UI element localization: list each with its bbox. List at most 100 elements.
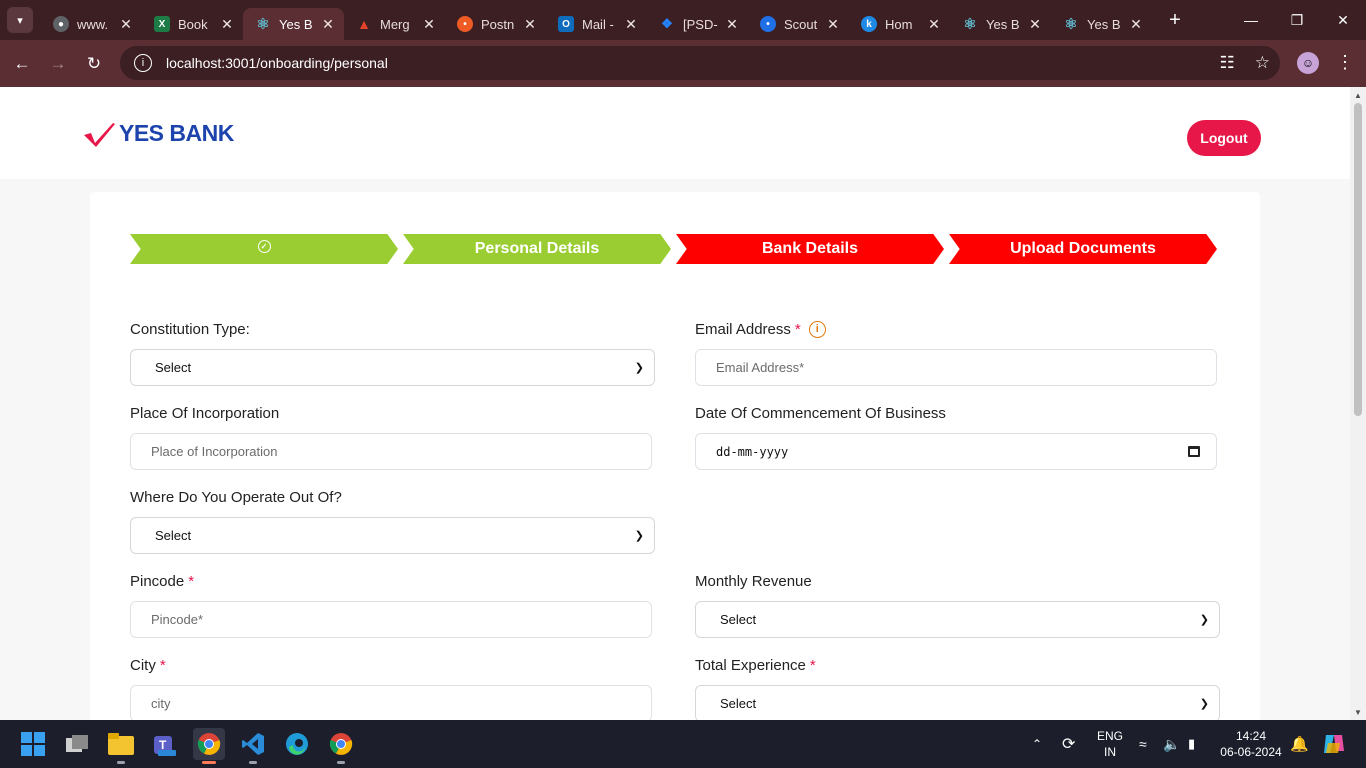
check-circle-icon: ✓ <box>257 239 271 253</box>
total-experience-label: Total Experience * <box>695 656 816 674</box>
notification-bell-icon[interactable]: 🔔 <box>1290 720 1309 768</box>
address-bar[interactable]: i localhost:3001/onboarding/personal ☷ ☆ <box>120 46 1280 80</box>
place-of-incorporation-input[interactable]: Place of Incorporation <box>130 433 652 470</box>
step-personal-details: Personal Details <box>403 234 671 264</box>
scroll-up-icon[interactable]: ▲ <box>1354 91 1362 100</box>
chrome-taskbar-icon[interactable] <box>325 728 357 764</box>
close-icon[interactable]: ✕ <box>219 16 235 33</box>
close-icon[interactable]: ✕ <box>118 16 134 33</box>
minimize-button[interactable]: — <box>1228 0 1274 40</box>
browser-tab[interactable]: ⚛ Yes B ✕ <box>1051 8 1152 40</box>
browser-tab[interactable]: • Scout ✕ <box>748 8 849 40</box>
pincode-field: Pincode * Pincode* <box>130 571 652 638</box>
browser-tab[interactable]: • Postn ✕ <box>445 8 546 40</box>
chevron-down-icon: ❯ <box>1199 698 1209 710</box>
copilot-glyph <box>1324 735 1344 753</box>
install-app-icon[interactable]: ☷ <box>1220 53 1235 73</box>
constitution-type-field: Constitution Type: Select ❯ <box>130 319 655 386</box>
close-window-button[interactable]: ✕ <box>1320 0 1366 40</box>
wifi-icon[interactable]: ≈ <box>1139 720 1147 768</box>
browser-tab[interactable]: ⚛ Yes B ✕ <box>950 8 1051 40</box>
constitution-type-select[interactable]: Select ❯ <box>130 349 655 386</box>
outlook-icon: O <box>558 16 574 32</box>
file-explorer-icon[interactable] <box>105 728 137 764</box>
browser-tab[interactable]: X Book ✕ <box>142 8 243 40</box>
place-of-incorporation-field: Place Of Incorporation Place of Incorpor… <box>130 403 652 470</box>
calendar-icon[interactable] <box>1188 446 1200 457</box>
language-indicator[interactable]: ENG IN <box>1094 728 1126 760</box>
browser-tab[interactable]: k Hom ✕ <box>849 8 950 40</box>
tab-search-button[interactable]: ▾ <box>7 7 33 33</box>
browser-tab[interactable]: O Mail - ✕ <box>546 8 647 40</box>
system-clock[interactable]: 14:24 06-06-2024 <box>1218 728 1284 760</box>
profile-avatar[interactable]: ☺ <box>1297 52 1319 74</box>
scroll-down-icon[interactable]: ▼ <box>1354 708 1362 717</box>
browser-tab[interactable]: ❖ [PSD- ✕ <box>647 8 748 40</box>
total-experience-select[interactable]: Select ❯ <box>695 685 1220 720</box>
browser-tab-active[interactable]: ⚛ Yes B ✕ <box>243 8 344 40</box>
vscode-glyph <box>242 733 264 755</box>
speaker-muted-icon[interactable]: 🔈 <box>1163 720 1180 768</box>
react-icon: ⚛ <box>256 16 270 33</box>
date-of-commencement-input[interactable]: dd-mm-yyyy <box>695 433 1217 470</box>
browser-tab[interactable]: ▲ Merg ✕ <box>344 8 445 40</box>
folder-icon <box>108 733 134 755</box>
scrollbar-thumb[interactable] <box>1354 103 1362 416</box>
restore-button[interactable]: ❐ <box>1274 0 1320 40</box>
chrome-icon <box>197 733 221 755</box>
date-of-commencement-field: Date Of Commencement Of Business dd-mm-y… <box>695 403 1217 470</box>
teams-glyph: T <box>154 736 176 756</box>
operate-out-of-select[interactable]: Select ❯ <box>130 517 655 554</box>
pincode-input[interactable]: Pincode* <box>130 601 652 638</box>
place-of-incorporation-label: Place Of Incorporation <box>130 404 280 422</box>
close-icon[interactable]: ✕ <box>421 16 437 33</box>
page-scrollbar[interactable]: ▲ ▼ <box>1350 87 1366 720</box>
close-icon[interactable]: ✕ <box>320 16 336 33</box>
browser-menu-icon[interactable]: ⋮ <box>1336 52 1354 73</box>
chrome-taskbar-icon-active[interactable] <box>193 728 225 764</box>
info-icon[interactable]: i <box>808 320 826 338</box>
windows-start-icon[interactable] <box>17 728 49 760</box>
site-header: YES BANK Logout <box>0 87 1350 179</box>
close-icon[interactable]: ✕ <box>1128 16 1144 33</box>
running-indicator <box>337 761 345 764</box>
city-input[interactable]: city <box>130 685 652 720</box>
email-input[interactable]: Email Address* <box>695 349 1217 386</box>
close-icon[interactable]: ✕ <box>825 16 841 33</box>
excel-icon: X <box>154 16 170 32</box>
close-icon[interactable]: ✕ <box>623 16 639 33</box>
new-tab-button[interactable]: + <box>1162 9 1188 32</box>
progress-stepper: ✓ Personal Details Bank Details Upload D… <box>130 234 1220 264</box>
edge-icon[interactable] <box>281 728 313 760</box>
onboarding-card: ✓ Personal Details Bank Details Upload D… <box>90 192 1260 720</box>
window-controls: — ❐ ✕ <box>1228 0 1366 40</box>
reload-button[interactable]: ↻ <box>76 54 112 74</box>
back-button[interactable]: ← <box>4 54 40 74</box>
forward-button[interactable]: → <box>40 54 76 74</box>
bookmark-star-icon[interactable]: ☆ <box>1255 53 1270 73</box>
total-experience-field: Total Experience * Select ❯ <box>695 655 1220 720</box>
url-text[interactable]: localhost:3001/onboarding/personal <box>166 55 388 71</box>
sync-icon[interactable]: ⟳ <box>1062 720 1075 768</box>
site-info-icon[interactable]: i <box>134 54 152 72</box>
close-icon[interactable]: ✕ <box>926 16 942 33</box>
vscode-icon[interactable] <box>237 728 269 764</box>
close-icon[interactable]: ✕ <box>1027 16 1043 33</box>
show-hidden-icons-button[interactable]: ⌃ <box>1032 720 1042 768</box>
copilot-icon[interactable] <box>1322 720 1346 768</box>
monthly-revenue-select[interactable]: Select ❯ <box>695 601 1220 638</box>
browser-tab[interactable]: ● www. ✕ <box>41 8 142 40</box>
step-bank-details: Bank Details <box>676 234 944 264</box>
page-viewport: YES BANK Logout ✓ Personal Details Bank … <box>0 87 1350 720</box>
logout-button[interactable]: Logout <box>1187 120 1261 156</box>
date-of-commencement-label: Date Of Commencement Of Business <box>695 404 946 422</box>
close-icon[interactable]: ✕ <box>522 16 538 33</box>
teams-icon[interactable]: T <box>149 728 181 760</box>
step-completed: ✓ <box>130 234 398 264</box>
close-icon[interactable]: ✕ <box>724 16 740 33</box>
windows-taskbar: T ⌃ ⟳ ENG IN ≈ 🔈 ▮ 14:24 06-06-2024 🔔 <box>0 720 1366 768</box>
task-view-icon[interactable] <box>61 728 93 760</box>
battery-icon[interactable]: ▮ <box>1188 720 1195 768</box>
monthly-revenue-field: Monthly Revenue Select ❯ <box>695 571 1220 638</box>
yes-bank-logo[interactable]: YES BANK <box>83 120 234 147</box>
